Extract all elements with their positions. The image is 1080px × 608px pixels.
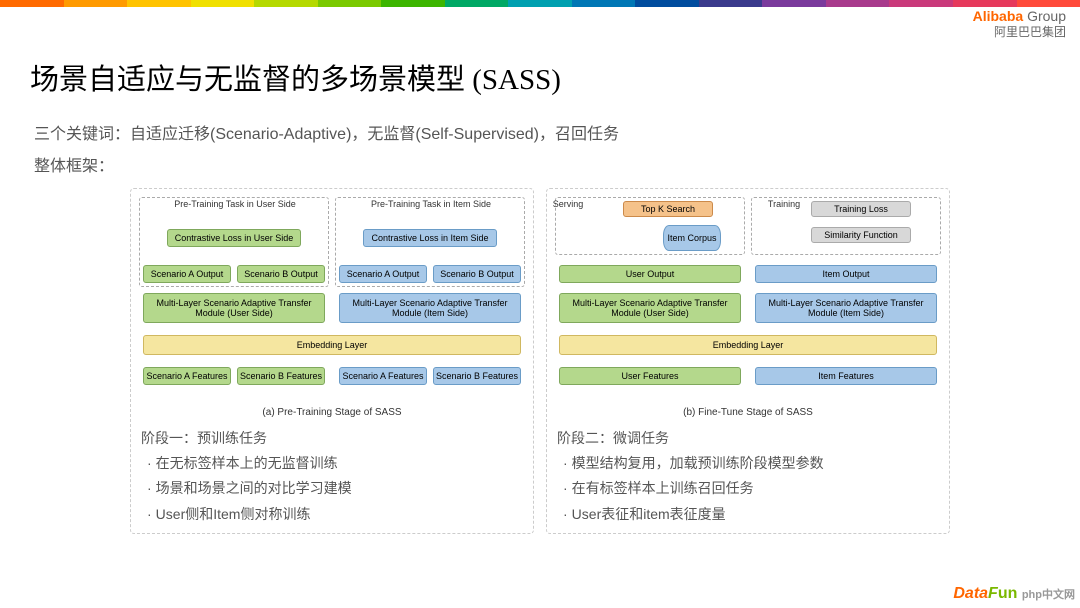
content-columns: Pre-Training Task in User Side Pre-Train… [130,188,950,534]
scenario-a-output-item: Scenario A Output [339,265,427,283]
caption-b: (b) Fine-Tune Stage of SASS [553,403,943,420]
stage-b-heading: 阶段二：微调任务 [557,426,943,451]
stage-b-bullet-2: 在有标签样本上训练召回任务 [563,476,943,501]
serving-label: Serving [523,199,613,209]
stage-a-heading: 阶段一：预训练任务 [141,426,527,451]
task-user-label: Pre-Training Task in User Side [165,199,305,209]
stage-a-bullet-2: 场景和场景之间的对比学习建模 [147,476,527,501]
pretraining-diagram: Pre-Training Task in User Side Pre-Train… [137,195,527,403]
scenario-b-features-item: Scenario B Features [433,367,521,385]
alibaba-logo: Alibaba Group 阿里巴巴集团 [973,8,1066,39]
slide-title: 场景自适应与无监督的多场景模型 (SASS) [30,56,561,98]
embedding-layer-b: Embedding Layer [559,335,937,355]
stage-a-bullet-3: User侧和Item侧对称训练 [147,502,527,527]
framework-label: 整体框架： [34,152,114,176]
item-output: Item Output [755,265,937,283]
stage-b-bullet-1: 模型结构复用，加载预训练阶段模型参数 [563,451,943,476]
stage-b-text: 阶段二：微调任务 模型结构复用，加载预训练阶段模型参数 在有标签样本上训练召回任… [557,426,943,527]
stage-b-bullet-3: User表征和item表征度量 [563,502,943,527]
ml-transfer-user-b: Multi-Layer Scenario Adaptive Transfer M… [559,293,741,323]
training-label: Training [749,199,819,209]
scenario-a-features-item: Scenario A Features [339,367,427,385]
contrastive-loss-item: Contrastive Loss in Item Side [363,229,497,247]
stage-a-text: 阶段一：预训练任务 在无标签样本上的无监督训练 场景和场景之间的对比学习建模 U… [141,426,527,527]
training-loss: Training Loss [811,201,911,217]
ml-transfer-item-b: Multi-Layer Scenario Adaptive Transfer M… [755,293,937,323]
topk-search: Top K Search [623,201,713,217]
scenario-b-output-user: Scenario B Output [237,265,325,283]
pretraining-panel: Pre-Training Task in User Side Pre-Train… [130,188,534,534]
similarity-function: Similarity Function [811,227,911,243]
ml-transfer-user: Multi-Layer Scenario Adaptive Transfer M… [143,293,325,323]
finetune-diagram: Serving Training Top K Search Item Corpu… [553,195,943,403]
scenario-b-output-item: Scenario B Output [433,265,521,283]
stage-a-bullet-1: 在无标签样本上的无监督训练 [147,451,527,476]
ml-transfer-item: Multi-Layer Scenario Adaptive Transfer M… [339,293,521,323]
caption-a: (a) Pre-Training Stage of SASS [137,403,527,420]
top-color-bar [0,0,1080,7]
keywords-line: 三个关键词：自适应迁移(Scenario-Adaptive)，无监督(Self-… [34,120,619,144]
scenario-a-features-user: Scenario A Features [143,367,231,385]
embedding-layer-a: Embedding Layer [143,335,521,355]
user-features: User Features [559,367,741,385]
item-features: Item Features [755,367,937,385]
task-item-label: Pre-Training Task in Item Side [361,199,501,209]
scenario-b-features-user: Scenario B Features [237,367,325,385]
watermark: DataFun php中文网 [953,585,1075,603]
finetune-panel: Serving Training Top K Search Item Corpu… [546,188,950,534]
scenario-a-output-user: Scenario A Output [143,265,231,283]
item-corpus: Item Corpus [663,225,721,251]
user-output: User Output [559,265,741,283]
contrastive-loss-user: Contrastive Loss in User Side [167,229,301,247]
